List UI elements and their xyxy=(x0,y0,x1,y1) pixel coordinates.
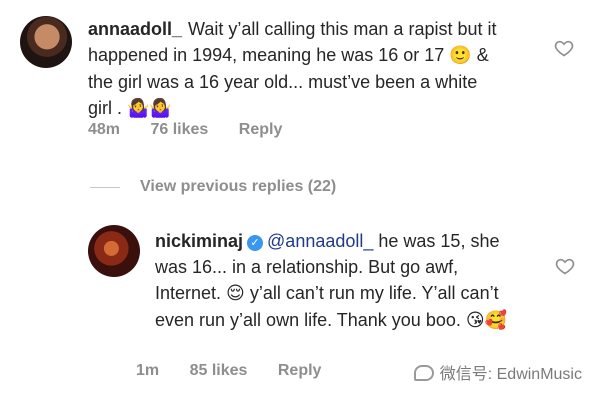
comment-username[interactable]: nickiminaj xyxy=(155,231,243,251)
commenter-avatar[interactable] xyxy=(88,225,140,277)
view-previous-replies-label[interactable]: View previous replies (22) xyxy=(140,178,336,196)
comment-text-annaadoll: annaadoll_ Wait y’all calling this man a … xyxy=(88,16,498,122)
emoji: 😌 xyxy=(226,283,245,304)
likes-count-link[interactable]: 85 likes xyxy=(190,362,248,379)
comment-username[interactable]: annaadoll_ xyxy=(88,19,182,39)
verified-badge-icon: ✓ xyxy=(247,235,264,251)
heart-outline-icon[interactable] xyxy=(555,256,575,276)
divider-line xyxy=(90,187,120,188)
commenter-avatar[interactable] xyxy=(20,16,72,68)
wechat-logo-icon xyxy=(413,365,434,381)
emoji: 🤷‍♀️🤷‍♀️ xyxy=(127,98,172,119)
comment-age: 48m xyxy=(88,121,121,138)
comment-meta: 1m 85 likes Reply xyxy=(136,362,347,380)
likes-count-link[interactable]: 76 likes xyxy=(150,121,208,138)
wechat-watermark: 微信号: EdwinMusic xyxy=(413,360,582,384)
comment-age: 1m xyxy=(136,362,160,379)
comment-meta: 48m 76 likes Reply xyxy=(88,121,308,139)
emoji: 🙂 xyxy=(449,45,472,66)
reply-link[interactable]: Reply xyxy=(278,362,322,379)
emoji: 😘🥰 xyxy=(465,310,508,331)
reply-link[interactable]: Reply xyxy=(239,121,283,138)
heart-outline-icon[interactable] xyxy=(554,38,574,58)
mention-link[interactable]: @annaadoll_ xyxy=(267,231,373,251)
watermark-text: 微信号: EdwinMusic xyxy=(439,366,582,383)
comment-text-nickiminaj: nickiminaj ✓ @annaadoll_ he was 15, she wa… xyxy=(155,228,515,334)
